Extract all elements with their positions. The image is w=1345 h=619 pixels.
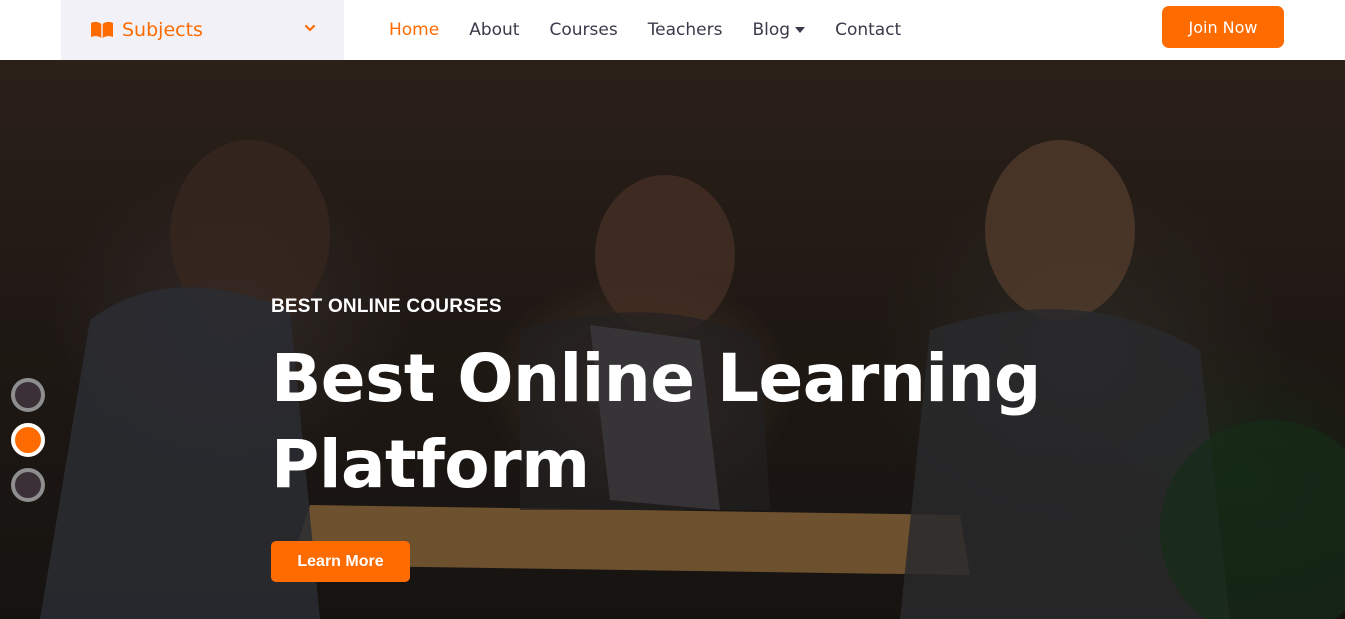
learn-more-button[interactable]: Learn More	[271, 541, 410, 582]
top-navbar: Subjects Home About Courses Teachers Blo…	[0, 0, 1345, 60]
subjects-label: Subjects	[122, 19, 203, 41]
nav-about[interactable]: About	[469, 20, 519, 40]
chevron-down-icon	[304, 24, 316, 32]
nav-contact[interactable]: Contact	[835, 20, 901, 40]
nav-contact-label: Contact	[835, 20, 902, 40]
caret-down-icon	[795, 27, 806, 33]
hero-kicker: BEST ONLINE COURSES	[271, 296, 502, 317]
subjects-dropdown[interactable]: Subjects	[61, 0, 344, 60]
nav-about-label: About	[469, 20, 520, 40]
nav-teachers[interactable]: Teachers	[648, 20, 723, 40]
main-menu: Home About Courses Teachers Blog Contact	[389, 0, 931, 60]
hero-content: BEST ONLINE COURSES Best Online Learning…	[271, 296, 1051, 508]
nav-home[interactable]: Home	[389, 20, 439, 40]
nav-courses[interactable]: Courses	[549, 20, 617, 40]
nav-home-label: Home	[389, 20, 440, 40]
slide-dot-1[interactable]	[11, 378, 45, 412]
slide-dot-3[interactable]	[11, 468, 45, 502]
nav-blog-label: Blog	[752, 20, 791, 40]
hero-headline: Best Online Learning Platform	[271, 340, 1041, 503]
book-icon	[91, 21, 113, 38]
join-now-button[interactable]: Join Now	[1162, 6, 1284, 48]
nav-courses-label: Courses	[549, 20, 618, 40]
nav-blog[interactable]: Blog	[753, 20, 806, 40]
slider-indicators	[11, 378, 45, 513]
slide-dot-2[interactable]	[11, 423, 45, 457]
nav-teachers-label: Teachers	[647, 20, 723, 40]
